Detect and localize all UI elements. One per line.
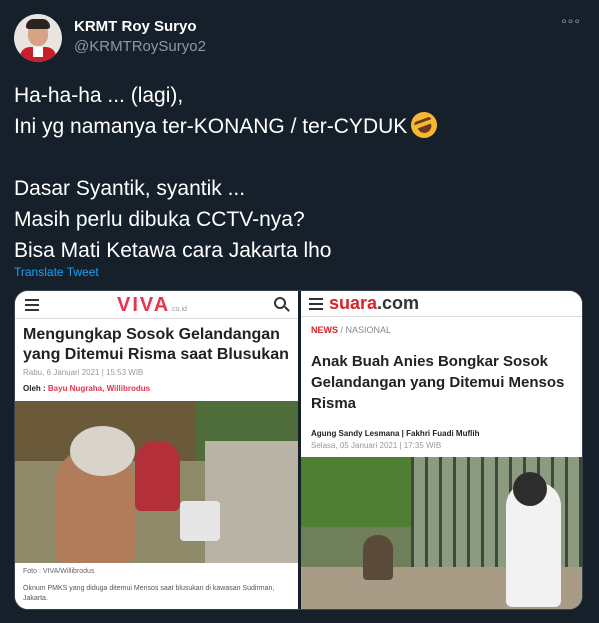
suara-header-bar: suara.com	[301, 291, 582, 317]
tweet-line: Masih perlu dibuka CCTV-nya?	[14, 208, 305, 231]
viva-photo-caption: Oknum PMKS yang diduga ditemui Mensos sa…	[23, 585, 275, 602]
rolling-laughing-emoji-icon	[407, 108, 441, 142]
tweet-line: Ha-ha-ha ... (lagi),	[14, 84, 184, 107]
tweet-header: KRMT Roy Suryo @KRMTRoySuryo2 °°°	[14, 14, 585, 66]
viva-photo-credit: Foto : VIVA/Willibrodus	[23, 568, 95, 575]
more-options-icon[interactable]: °°°	[561, 16, 581, 32]
viva-logo: VIVA.co.id	[117, 294, 187, 316]
translate-tweet-link[interactable]: Translate Tweet	[14, 265, 99, 279]
media-image-viva[interactable]: VIVA.co.id Mengungkap Sosok Gelandangan …	[15, 291, 298, 609]
suara-headline: Anak Buah Anies Bongkar Sosok Gelandanga…	[311, 353, 565, 412]
tweet-line: Dasar Syantik, syantik ...	[14, 177, 246, 200]
search-icon	[274, 297, 286, 309]
tweet-media[interactable]: VIVA.co.id Mengungkap Sosok Gelandangan …	[14, 290, 583, 610]
handle[interactable]: @KRMTRoySuryo2	[74, 37, 206, 57]
viva-author: Oleh : Bayu Nugraha, Willibrodus	[23, 384, 151, 393]
suara-author: Agung Sandy Lesmana | Fakhri Fuadi Mufli…	[311, 429, 480, 438]
viva-headline: Mengungkap Sosok Gelandangan yang Ditemu…	[23, 326, 289, 363]
author-block[interactable]: KRMT Roy Suryo @KRMTRoySuryo2	[74, 17, 206, 57]
avatar[interactable]	[14, 14, 62, 62]
hamburger-menu-icon	[25, 299, 39, 311]
hamburger-menu-icon	[309, 298, 323, 310]
suara-category: NEWS / NASIONAL	[311, 325, 392, 335]
tweet-line-with-emoji: Ini yg namanya ter-KONANG / ter-CYDUK	[14, 108, 584, 142]
viva-header-bar: VIVA.co.id	[15, 291, 298, 319]
suara-date: Selasa, 05 Januari 2021 | 17:35 WIB	[311, 441, 442, 450]
suara-news-photo	[301, 457, 582, 609]
display-name[interactable]: KRMT Roy Suryo	[74, 17, 206, 37]
viva-news-photo	[15, 401, 298, 563]
media-image-suara[interactable]: suara.com NEWS / NASIONAL Anak Buah Anie…	[301, 291, 582, 609]
suara-logo: suara.com	[329, 293, 420, 313]
tweet-line: Ini yg namanya ter-KONANG / ter-CYDUK	[14, 115, 408, 138]
viva-date: Rabu, 6 Januari 2021 | 15:53 WIB	[23, 368, 144, 377]
tweet-line: Bisa Mati Ketawa cara Jakarta lho	[14, 239, 332, 262]
tweet-text: Ha-ha-ha ... (lagi), Ini yg namanya ter-…	[14, 80, 584, 266]
